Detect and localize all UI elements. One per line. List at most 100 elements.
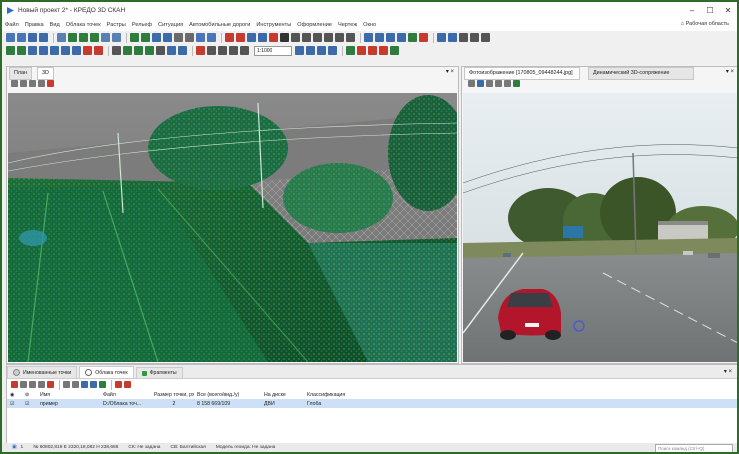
ortho-icon[interactable]: [317, 46, 326, 55]
line-icon[interactable]: [291, 33, 300, 42]
tab-photo[interactable]: Фотоизображение [170805_09448244.jpg]: [464, 67, 580, 80]
marker-icon[interactable]: [196, 46, 205, 55]
move-down-icon[interactable]: [72, 381, 79, 388]
tab-pointclouds[interactable]: Облака точек: [79, 366, 134, 378]
camera-icon[interactable]: [90, 381, 97, 388]
menu-relief[interactable]: Рельеф: [129, 22, 155, 28]
layers-edit-icon[interactable]: [112, 33, 121, 42]
zoom-window-icon[interactable]: [386, 33, 395, 42]
maximize-button[interactable]: ☐: [701, 2, 719, 19]
column-count[interactable]: Все (всего/вид./у): [194, 392, 261, 398]
road-axis-icon[interactable]: [134, 46, 143, 55]
measure-icon[interactable]: [408, 33, 417, 42]
circle-icon[interactable]: [313, 33, 322, 42]
contour-icon[interactable]: [174, 33, 183, 42]
arrow-icon[interactable]: [229, 46, 238, 55]
redo-icon[interactable]: [124, 381, 131, 388]
fence-icon[interactable]: [178, 46, 187, 55]
menu-design[interactable]: Оформление: [294, 22, 335, 28]
grid-add-icon[interactable]: [90, 33, 99, 42]
table-icon[interactable]: [196, 33, 205, 42]
column-on-disk[interactable]: На диске: [261, 392, 304, 398]
grid-edit-icon[interactable]: [79, 33, 88, 42]
table-edit-icon[interactable]: [207, 33, 216, 42]
dimension-icon[interactable]: [207, 46, 216, 55]
menu-situation[interactable]: Ситуация: [155, 22, 186, 28]
snap-icon[interactable]: [306, 46, 315, 55]
delete-row-icon[interactable]: [11, 381, 18, 388]
tab-plan[interactable]: План: [9, 67, 32, 80]
workspace-selector[interactable]: ⌂ Рабочая область: [681, 21, 729, 27]
save-all-icon[interactable]: [39, 33, 48, 42]
polygon-icon[interactable]: [335, 33, 344, 42]
menu-pointclouds[interactable]: Облака точек: [63, 22, 104, 28]
contour-edit-icon[interactable]: [185, 33, 194, 42]
filter-icon[interactable]: [437, 33, 446, 42]
cut-icon[interactable]: [20, 381, 27, 388]
triangulation-edit-icon[interactable]: [163, 33, 172, 42]
menu-tools[interactable]: Инструменты: [253, 22, 294, 28]
pole-icon[interactable]: [156, 46, 165, 55]
place-icon[interactable]: [364, 33, 373, 42]
surface-edit-icon[interactable]: [141, 33, 150, 42]
classify-veg-icon[interactable]: [50, 46, 59, 55]
photo-settings-icon[interactable]: [477, 80, 484, 87]
plane-icon[interactable]: [295, 46, 304, 55]
visible-checkbox[interactable]: ☑: [7, 401, 22, 407]
polyline-icon[interactable]: [302, 33, 311, 42]
zoom-icon[interactable]: [397, 33, 406, 42]
menu-file[interactable]: Файл: [2, 22, 22, 28]
layer-visible-icon[interactable]: [390, 46, 399, 55]
rotate-icon[interactable]: [236, 33, 245, 42]
new-project-icon[interactable]: [6, 33, 15, 42]
point-remove-icon[interactable]: [94, 46, 103, 55]
view-icon[interactable]: [448, 33, 457, 42]
classify-build-icon[interactable]: [61, 46, 70, 55]
panel-icon[interactable]: [481, 33, 490, 42]
save-icon[interactable]: [28, 33, 37, 42]
column-name[interactable]: Имя: [37, 392, 100, 398]
profile-icon[interactable]: [470, 33, 479, 42]
label-icon[interactable]: [240, 46, 249, 55]
scale-combo[interactable]: 1:1000: [254, 45, 292, 56]
zoom-out-icon[interactable]: [495, 80, 502, 87]
zoom-in-icon[interactable]: [11, 80, 18, 87]
paste-icon[interactable]: [258, 33, 267, 42]
tab-dynamic-3d[interactable]: Динамический 3D-сопряжение: [588, 67, 694, 80]
layers-icon[interactable]: [101, 33, 110, 42]
table-view-icon[interactable]: [38, 381, 45, 388]
status-height-system[interactable]: СВ: Балтийская: [170, 445, 205, 450]
flag-icon[interactable]: [419, 33, 428, 42]
column-classification[interactable]: Классификация: [304, 392, 367, 398]
photo-list-icon[interactable]: [468, 80, 475, 87]
text-icon[interactable]: [280, 33, 289, 42]
data-panel-controls[interactable]: ▾ ×: [724, 368, 732, 375]
zoom-fit-icon[interactable]: [504, 80, 511, 87]
road-edge-icon[interactable]: [123, 46, 132, 55]
layer-off-icon[interactable]: [357, 46, 366, 55]
menu-edit[interactable]: Правка: [22, 22, 47, 28]
grid-icon[interactable]: [68, 33, 77, 42]
pointcloud-icon[interactable]: [6, 46, 15, 55]
section-icon[interactable]: [459, 33, 468, 42]
menu-window[interactable]: Окно: [360, 22, 379, 28]
delete-icon[interactable]: [269, 33, 278, 42]
layer-lock-icon[interactable]: [368, 46, 377, 55]
street-photo[interactable]: [463, 93, 737, 362]
hatch-icon[interactable]: [218, 46, 227, 55]
break-line-icon[interactable]: [112, 46, 121, 55]
photo-sync-icon[interactable]: [513, 80, 520, 87]
command-search-input[interactable]: Поиск команд (Ctrl+Q): [655, 444, 733, 452]
sign-icon[interactable]: [167, 46, 176, 55]
menu-drawing[interactable]: Чертеж: [335, 22, 360, 28]
house-icon[interactable]: [346, 33, 355, 42]
zoom-all-icon[interactable]: [29, 80, 36, 87]
panel-controls[interactable]: ▾ ×: [446, 68, 454, 75]
zoom-in-icon[interactable]: [486, 80, 493, 87]
undo-icon[interactable]: [115, 381, 122, 388]
lasso-icon[interactable]: [375, 33, 384, 42]
copy-row-icon[interactable]: [29, 381, 36, 388]
menu-roads[interactable]: Автомобильные дороги: [186, 22, 253, 28]
status-geoid[interactable]: Модель геоида: Не задана: [216, 445, 275, 450]
rectangle-icon[interactable]: [324, 33, 333, 42]
